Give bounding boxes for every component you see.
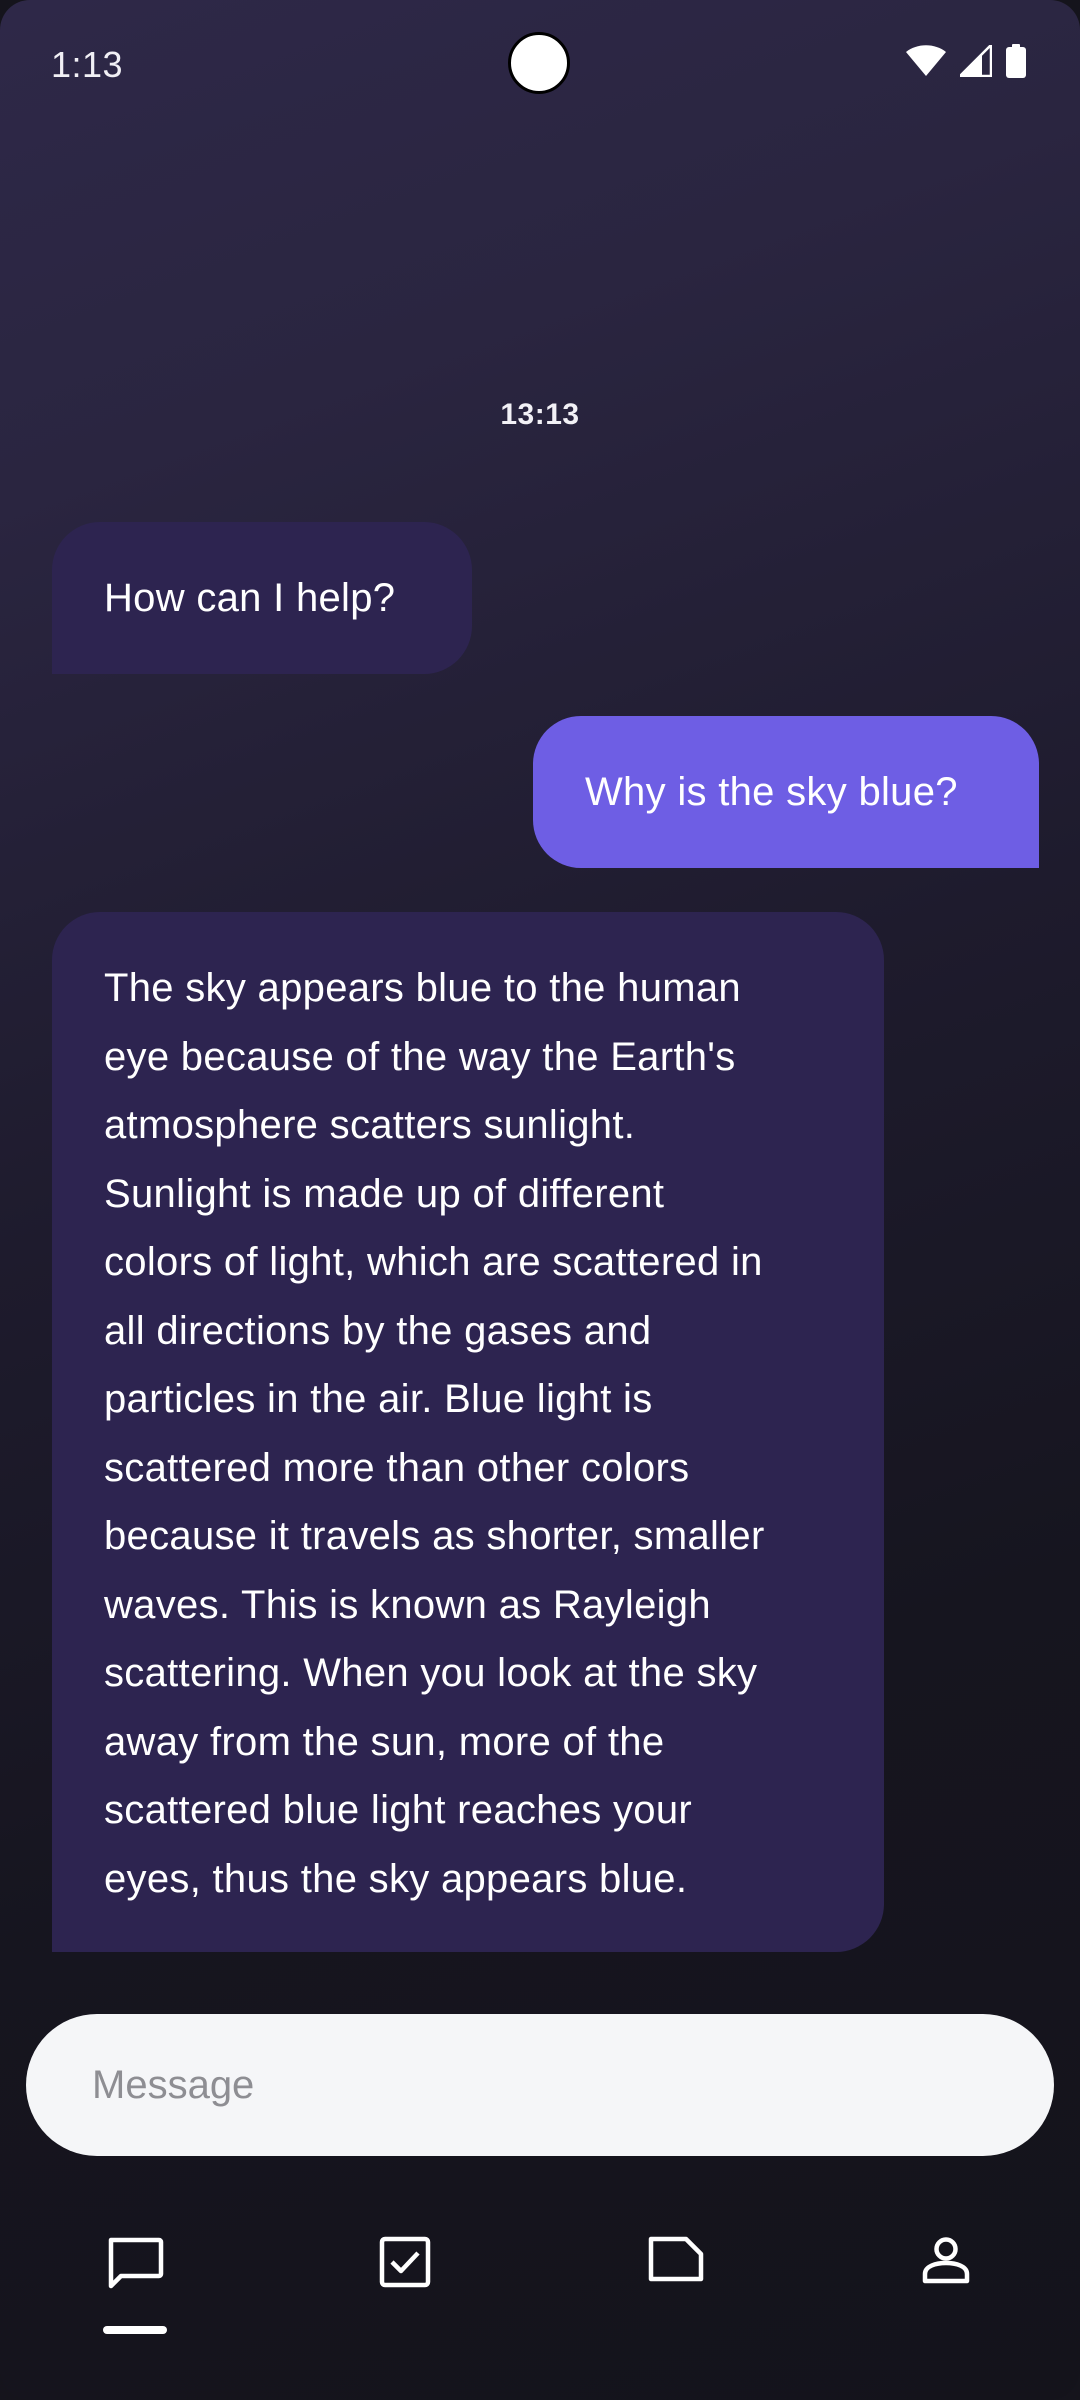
message-line: away from the sun, more of the <box>104 1719 665 1764</box>
assistant-message: The sky appears blue to the human eye be… <box>52 912 884 1952</box>
assistant-message: How can I help? <box>52 522 472 674</box>
message-text: Why is the sky blue? <box>585 770 958 814</box>
nav-chat[interactable] <box>95 2236 175 2336</box>
person-icon <box>922 2237 970 2284</box>
message-line: The sky appears blue to the human <box>104 966 741 1010</box>
message-text: How can I help? <box>104 576 396 620</box>
message-line: eyes, thus the sky appears blue. <box>104 1856 688 1901</box>
message-line: all directions by the gases and <box>104 1308 652 1353</box>
message-line: because it travels as shorter, smaller <box>104 1514 765 1558</box>
wifi-icon <box>906 45 946 76</box>
message-line: Sunlight is made up of different <box>104 1171 665 1216</box>
nav-notes[interactable] <box>636 2236 716 2336</box>
status-icons <box>906 44 1026 78</box>
checkbox-icon <box>379 2236 431 2288</box>
message-line: atmosphere scatters sunlight. <box>104 1103 636 1147</box>
battery-icon <box>1006 44 1026 78</box>
nav-profile[interactable] <box>906 2236 986 2336</box>
chat-screen: 1:13 13:13 How can I help? Why is the sk… <box>0 0 1080 2400</box>
message-line: eye because of the way the Earth's <box>104 1034 736 1079</box>
message-line: waves. This is known as Rayleigh <box>104 1582 711 1627</box>
status-time: 1:13 <box>51 44 124 85</box>
camera-cutout <box>508 32 570 94</box>
message-line: colors of light, which are scattered in <box>104 1240 763 1284</box>
nav-selected-indicator <box>103 2326 167 2334</box>
user-message: Why is the sky blue? <box>533 716 1039 868</box>
chat-bubble-icon <box>108 2237 164 2289</box>
message-line: scattered more than other colors <box>104 1445 690 1490</box>
conversation-timestamp: 13:13 <box>500 398 580 431</box>
message-line: scattering. When you look at the sky <box>104 1651 758 1695</box>
note-icon <box>648 2236 704 2282</box>
signal-icon <box>960 45 992 77</box>
message-line: scattered blue light reaches your <box>104 1788 693 1832</box>
message-composer[interactable] <box>26 2014 1054 2156</box>
message-input[interactable] <box>90 2061 990 2109</box>
message-line: particles in the air. Blue light is <box>104 1377 653 1421</box>
nav-tasks[interactable] <box>365 2236 445 2336</box>
